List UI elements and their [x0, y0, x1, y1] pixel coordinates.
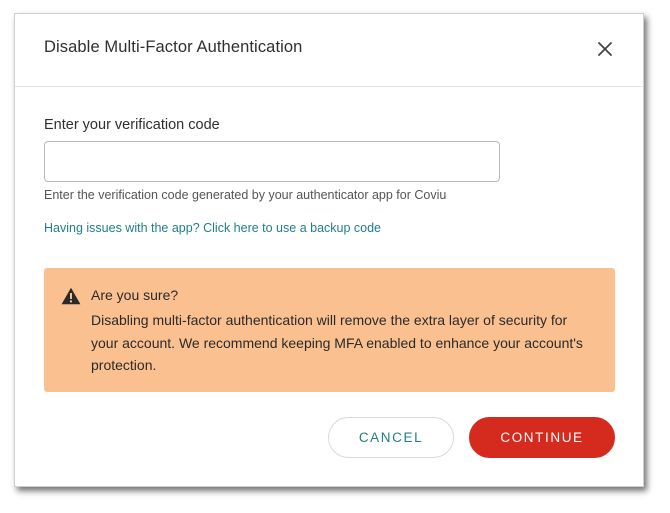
dialog-header: Disable Multi-Factor Authentication: [15, 14, 643, 87]
warning-title: Are you sure?: [91, 287, 179, 303]
close-button[interactable]: [593, 37, 617, 61]
warning-icon: [61, 287, 81, 305]
warning-box: Are you sure? Disabling multi-factor aut…: [44, 268, 615, 392]
dialog-title: Disable Multi-Factor Authentication: [44, 38, 303, 56]
verification-code-label: Enter your verification code: [44, 117, 220, 133]
disable-mfa-dialog: Disable Multi-Factor Authentication Ente…: [14, 13, 644, 487]
close-icon: [598, 42, 612, 56]
verification-help-text: Enter the verification code generated by…: [44, 188, 447, 202]
backup-code-link[interactable]: Having issues with the app? Click here t…: [44, 221, 381, 235]
continue-button[interactable]: CONTINUE: [469, 417, 615, 458]
warning-body: Disabling multi-factor authentication wi…: [91, 312, 583, 373]
cancel-button[interactable]: CANCEL: [328, 417, 454, 458]
verification-code-input[interactable]: [44, 141, 500, 182]
screen: Disable Multi-Factor Authentication Ente…: [0, 0, 670, 513]
